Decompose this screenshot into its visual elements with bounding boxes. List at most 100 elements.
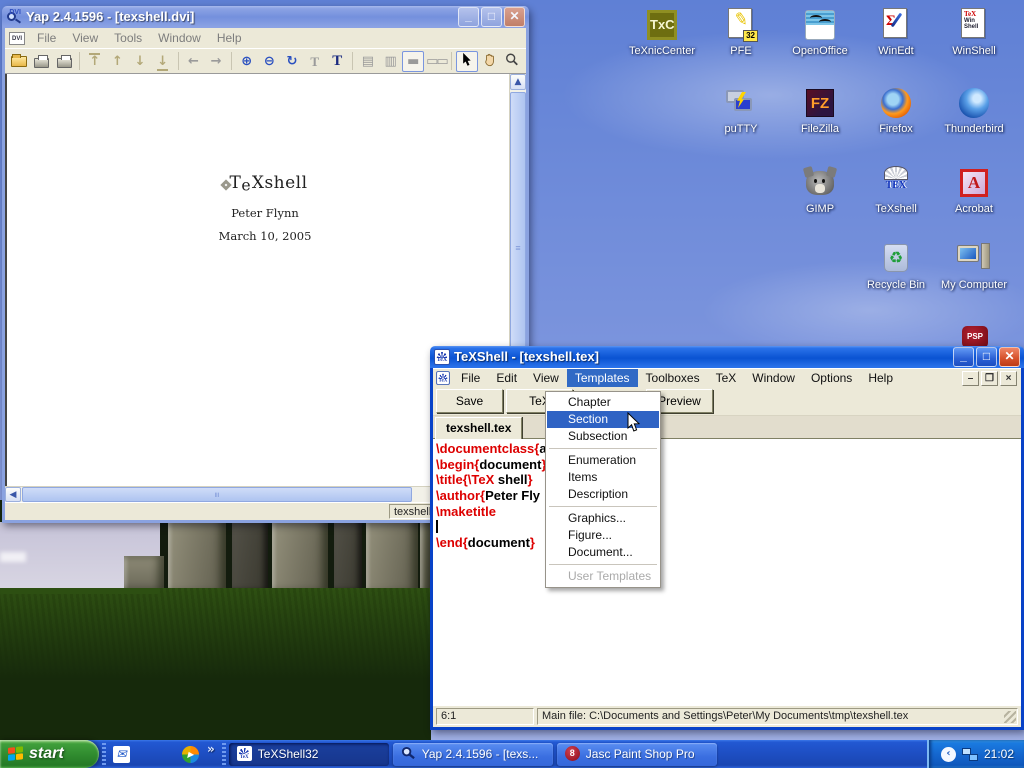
maximize-button[interactable]: □ xyxy=(481,7,502,27)
yap-menu-tools[interactable]: Tools xyxy=(106,29,150,47)
magnifier-tool-icon[interactable] xyxy=(501,51,523,72)
desktop-icon-label: My Computer xyxy=(932,279,1016,292)
next-page-icon[interactable]: ↓ xyxy=(129,51,151,72)
desktop-icon-recycle-bin[interactable]: ♻Recycle Bin xyxy=(854,242,938,292)
desktop-icon-gimp[interactable]: GIMP xyxy=(778,166,862,216)
desktop-icon-pfe[interactable]: ✎32PFE xyxy=(699,8,783,58)
minimize-button[interactable]: _ xyxy=(458,7,479,27)
yap-titlebar[interactable]: DVI Yap 2.4.1596 - [texshell.dvi] _ □ ✕ xyxy=(2,6,529,28)
menu-item-items[interactable]: Items xyxy=(547,469,659,486)
media-player-icon[interactable]: ▶ xyxy=(182,746,199,763)
tab-texshell-tex[interactable]: texshell.tex xyxy=(435,417,522,439)
fit-two-width-icon[interactable]: ▭▭ xyxy=(425,51,447,72)
mdi-minimize-button[interactable]: – xyxy=(962,371,979,386)
refresh-icon[interactable]: ↻ xyxy=(281,51,303,72)
menu-item-chapter[interactable]: Chapter xyxy=(547,394,659,411)
editor-tab-row: texshell.tex xyxy=(433,416,1021,439)
previous-page-icon[interactable]: ↑ xyxy=(107,51,129,72)
desktop-icon-acrobat[interactable]: AAcrobat xyxy=(932,166,1016,216)
yap-menu-view[interactable]: View xyxy=(64,29,106,47)
scrollbar-thumb[interactable] xyxy=(22,487,412,502)
yap-menu-file[interactable]: File xyxy=(29,29,64,47)
texshell-menu-tex[interactable]: TeX xyxy=(708,369,745,387)
scroll-up-icon[interactable]: ▲ xyxy=(510,74,526,90)
taskbar-button-psp[interactable]: 8Jasc Paint Shop Pro xyxy=(557,743,717,766)
thunderbird-icon xyxy=(957,86,991,120)
font-tool-icon[interactable]: T xyxy=(326,51,348,72)
open-icon[interactable] xyxy=(8,51,30,72)
code-segment: \end{ xyxy=(436,535,468,550)
quick-launch-overflow-icon[interactable]: » xyxy=(203,743,219,755)
menu-item-enumeration[interactable]: Enumeration xyxy=(547,452,659,469)
texshell-titlebar[interactable]: TeXShell - [texshell.tex] _ □ ✕ xyxy=(430,346,1024,368)
desktop-icon-winshell[interactable]: TeXWinShellWinShell xyxy=(932,8,1016,58)
dvi-title: TeXshell xyxy=(137,173,393,193)
menu-item-figure[interactable]: Figure... xyxy=(547,527,659,544)
desktop-icon-thunderbird[interactable]: Thunderbird xyxy=(932,86,1016,136)
select-tool-icon[interactable] xyxy=(456,51,478,72)
texshell-menu-view[interactable]: View xyxy=(525,369,567,387)
texshell-menu-templates[interactable]: Templates xyxy=(567,369,638,387)
desktop-icon-openoffice[interactable]: OpenOffice xyxy=(778,8,862,58)
network-icon[interactable] xyxy=(962,748,978,761)
zoom-out-icon[interactable]: ⊖ xyxy=(259,51,281,72)
firefox-icon[interactable] xyxy=(136,746,153,763)
maximize-button[interactable]: □ xyxy=(976,347,997,367)
texshell-menu-help[interactable]: Help xyxy=(860,369,901,387)
desktop-icon-firefox[interactable]: Firefox xyxy=(854,86,938,136)
save-button[interactable]: Save xyxy=(436,389,503,413)
resize-grip[interactable] xyxy=(1004,711,1016,723)
outlook-express-icon[interactable]: ✉ xyxy=(113,746,130,763)
menu-item-description[interactable]: Description xyxy=(547,486,659,503)
editor-line-7: \end{document} xyxy=(436,535,1021,551)
desktop-icon-label: Thunderbird xyxy=(932,123,1016,136)
minimize-button[interactable]: _ xyxy=(953,347,974,367)
tex-editor[interactable]: \documentclass{a\begin{document}\title{\… xyxy=(433,439,1021,705)
hand-tool-icon[interactable] xyxy=(479,51,501,72)
mdi-restore-button[interactable]: ❐ xyxy=(981,371,998,386)
menu-item-subsection[interactable]: Subsection xyxy=(547,428,659,445)
menu-item-document[interactable]: Document... xyxy=(547,544,659,561)
texshell-menu-options[interactable]: Options xyxy=(803,369,860,387)
mdi-close-button[interactable]: × xyxy=(1000,371,1017,386)
desktop-icon-winedt[interactable]: ΣWinEdt xyxy=(854,8,938,58)
editor-line-4: \author{Peter Fly xyxy=(436,488,1021,504)
ruler-tool-icon[interactable]: T xyxy=(304,51,326,72)
back-icon[interactable]: ← xyxy=(183,51,205,72)
close-button[interactable]: ✕ xyxy=(504,7,525,27)
print-icon[interactable] xyxy=(31,51,53,72)
start-label: start xyxy=(29,746,64,762)
zoom-in-icon[interactable]: ⊕ xyxy=(236,51,258,72)
view-two-pages-icon[interactable]: ▥ xyxy=(380,51,402,72)
taskbar-button-yap[interactable]: Yap 2.4.1596 - [texs... xyxy=(393,743,553,766)
menu-item-section[interactable]: Section xyxy=(547,411,659,428)
desktop-icon-filezilla[interactable]: FZFileZilla xyxy=(778,86,862,136)
desktop-icon-putty[interactable]: puTTY xyxy=(699,86,783,136)
start-button[interactable]: start xyxy=(0,740,99,768)
texshell-menu-toolboxes[interactable]: Toolboxes xyxy=(638,369,708,387)
last-page-icon[interactable]: ↓ xyxy=(152,51,174,72)
fit-width-icon[interactable]: ▬ xyxy=(402,51,424,72)
texshell-window: TeXShell - [texshell.tex] _ □ ✕ FileEdit… xyxy=(430,346,1024,730)
task-label: Jasc Paint Shop Pro xyxy=(586,747,695,761)
texshell-icon xyxy=(237,746,253,762)
taskbar-button-texshell[interactable]: TeXShell32 xyxy=(229,743,389,766)
tray-collapse-icon[interactable]: ‹ xyxy=(941,747,956,762)
scroll-left-icon[interactable]: ◀ xyxy=(5,487,21,502)
first-page-icon[interactable]: ↑ xyxy=(84,51,106,72)
thunderbird-icon[interactable] xyxy=(159,746,176,763)
yap-menu-window[interactable]: Window xyxy=(150,29,209,47)
texshell-menu-window[interactable]: Window xyxy=(744,369,803,387)
print-setup-icon[interactable] xyxy=(53,51,75,72)
desktop-icon-texniccenter[interactable]: TxCTeXnicCenter xyxy=(620,8,704,58)
cursor-position: 6:1 xyxy=(436,708,534,725)
view-page-icon[interactable]: ▤ xyxy=(357,51,379,72)
texshell-menu-edit[interactable]: Edit xyxy=(488,369,525,387)
texshell-menu-file[interactable]: File xyxy=(453,369,488,387)
yap-menu-help[interactable]: Help xyxy=(209,29,250,47)
menu-item-graphics[interactable]: Graphics... xyxy=(547,510,659,527)
forward-icon[interactable]: → xyxy=(205,51,227,72)
desktop-icon-texshell[interactable]: TEXTeXshell xyxy=(854,166,938,216)
close-button[interactable]: ✕ xyxy=(999,347,1020,367)
desktop-icon-my-computer[interactable]: My Computer xyxy=(932,242,1016,292)
